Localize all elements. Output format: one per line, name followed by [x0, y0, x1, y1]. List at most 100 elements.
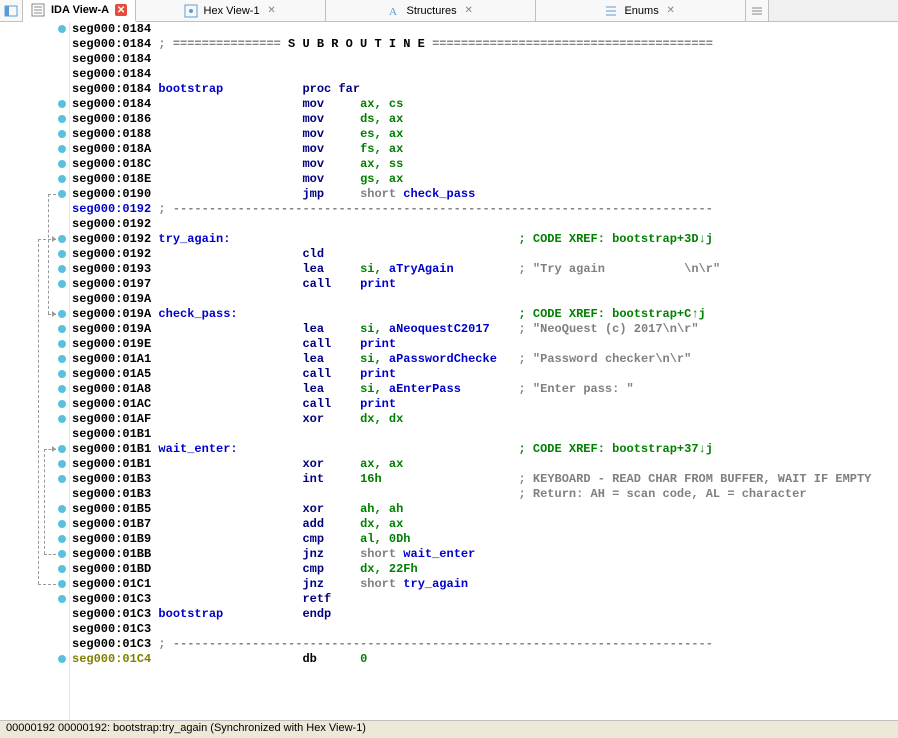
breakpoint-dot[interactable] [58, 415, 66, 423]
asm-line[interactable]: seg000:0190 jmp short check_pass [72, 187, 898, 202]
code-area[interactable]: seg000:0184seg000:0184 ; ===============… [70, 22, 898, 720]
asm-line[interactable]: seg000:0192 [72, 217, 898, 232]
breakpoint-dot[interactable] [58, 25, 66, 33]
breakpoint-dot[interactable] [58, 265, 66, 273]
close-icon[interactable]: ✕ [115, 4, 127, 16]
breakpoint-dot[interactable] [58, 505, 66, 513]
tab-bar: IDA View-A ✕ Hex View-1 ✕ A Structures ✕… [0, 0, 898, 22]
breakpoint-dot[interactable] [58, 100, 66, 108]
xref-arrow [38, 239, 39, 584]
asm-line[interactable]: seg000:0192 try_again: ; CODE XREF: boot… [72, 232, 898, 247]
asm-line[interactable]: seg000:018E mov gs, ax [72, 172, 898, 187]
status-bar: 00000192 00000192: bootstrap:try_again (… [0, 720, 898, 738]
asm-line[interactable]: seg000:01A8 lea si, aEnterPass ; "Enter … [72, 382, 898, 397]
asm-line[interactable]: seg000:0184 [72, 52, 898, 67]
breakpoint-dot[interactable] [58, 520, 66, 528]
asm-line[interactable]: seg000:01BB jnz short wait_enter [72, 547, 898, 562]
asm-line[interactable]: seg000:01AC call print [72, 397, 898, 412]
asm-line[interactable]: seg000:0184 bootstrap proc far [72, 82, 898, 97]
tab-handle-left[interactable] [0, 0, 23, 21]
tab-overflow[interactable] [746, 0, 769, 21]
breakpoint-dot[interactable] [58, 475, 66, 483]
asm-line[interactable]: seg000:01B1 [72, 427, 898, 442]
breakpoint-dot[interactable] [58, 115, 66, 123]
asm-line[interactable]: seg000:0184 [72, 22, 898, 37]
breakpoint-dot[interactable] [58, 580, 66, 588]
asm-line[interactable]: seg000:01C3 ; --------------------------… [72, 637, 898, 652]
breakpoint-dot[interactable] [58, 370, 66, 378]
asm-line[interactable]: seg000:01AF xor dx, dx [72, 412, 898, 427]
tab-hex-view[interactable]: Hex View-1 ✕ [136, 0, 326, 21]
asm-line[interactable]: seg000:0184 [72, 67, 898, 82]
asm-line[interactable]: seg000:01B9 cmp al, 0Dh [72, 532, 898, 547]
breakpoint-dot[interactable] [58, 250, 66, 258]
breakpoint-dot[interactable] [58, 400, 66, 408]
tab-ida-view[interactable]: IDA View-A ✕ [23, 0, 136, 22]
breakpoint-dot[interactable] [58, 550, 66, 558]
tab-enums[interactable]: Enums ✕ [536, 0, 746, 21]
breakpoint-dot[interactable] [58, 160, 66, 168]
asm-line[interactable]: seg000:0193 lea si, aTryAgain ; "Try aga… [72, 262, 898, 277]
status-text: 00000192 00000192: bootstrap:try_again (… [6, 722, 366, 734]
tab-label: Enums [624, 5, 658, 17]
asm-line[interactable]: seg000:019A check_pass: ; CODE XREF: boo… [72, 307, 898, 322]
asm-line[interactable]: seg000:01C1 jnz short try_again [72, 577, 898, 592]
breakpoint-dot[interactable] [58, 385, 66, 393]
breakpoint-dot[interactable] [58, 175, 66, 183]
asm-line[interactable]: seg000:0188 mov es, ax [72, 127, 898, 142]
breakpoint-dot[interactable] [58, 460, 66, 468]
breakpoint-dot[interactable] [58, 280, 66, 288]
breakpoint-dot[interactable] [58, 445, 66, 453]
asm-line[interactable]: seg000:01A1 lea si, aPasswordChecke ; "P… [72, 352, 898, 367]
asm-line[interactable]: seg000:01B1 xor ax, ax [72, 457, 898, 472]
asm-line[interactable]: seg000:01B7 add dx, ax [72, 517, 898, 532]
asm-line[interactable]: seg000:019E call print [72, 337, 898, 352]
breakpoint-dot[interactable] [58, 190, 66, 198]
asm-line[interactable]: seg000:0186 mov ds, ax [72, 112, 898, 127]
breakpoint-dot[interactable] [58, 595, 66, 603]
close-icon[interactable]: ✕ [665, 5, 677, 17]
asm-line[interactable]: seg000:01B1 wait_enter: ; CODE XREF: boo… [72, 442, 898, 457]
disassembly-editor[interactable]: seg000:0184seg000:0184 ; ===============… [0, 22, 898, 720]
breakpoint-dot[interactable] [58, 355, 66, 363]
breakpoint-dot[interactable] [58, 340, 66, 348]
close-icon[interactable]: ✕ [266, 5, 278, 17]
asm-line[interactable]: seg000:018C mov ax, ss [72, 157, 898, 172]
breakpoint-dot[interactable] [58, 655, 66, 663]
asm-line[interactable]: seg000:01B3 ; Return: AH = scan code, AL… [72, 487, 898, 502]
asm-line[interactable]: seg000:01C3 retf [72, 592, 898, 607]
asm-line[interactable]: seg000:0184 mov ax, cs [72, 97, 898, 112]
breakpoint-dot[interactable] [58, 130, 66, 138]
xref-arrow [44, 449, 45, 554]
breakpoint-dot[interactable] [58, 235, 66, 243]
tab-label: Structures [407, 5, 457, 17]
asm-line[interactable]: seg000:019A lea si, aNeoquestC2017 ; "Ne… [72, 322, 898, 337]
breakpoint-dot[interactable] [58, 535, 66, 543]
arrowhead-icon [52, 446, 56, 452]
breakpoint-dot[interactable] [58, 565, 66, 573]
xref-arrow [44, 554, 56, 555]
close-icon[interactable]: ✕ [463, 5, 475, 17]
tab-label: IDA View-A [51, 4, 109, 16]
asm-line[interactable]: seg000:01C4 db 0 [72, 652, 898, 667]
asm-line[interactable]: seg000:0197 call print [72, 277, 898, 292]
asm-line[interactable]: seg000:01BD cmp dx, 22Fh [72, 562, 898, 577]
asm-line[interactable]: seg000:01C3 [72, 622, 898, 637]
asm-line[interactable]: seg000:019A [72, 292, 898, 307]
asm-line[interactable]: seg000:01B3 int 16h ; KEYBOARD - READ CH… [72, 472, 898, 487]
asm-line[interactable]: seg000:01B5 xor ah, ah [72, 502, 898, 517]
breakpoint-dot[interactable] [58, 145, 66, 153]
asm-line[interactable]: seg000:018A mov fs, ax [72, 142, 898, 157]
asm-line[interactable]: seg000:0184 ; =============== S U B R O … [72, 37, 898, 52]
tab-label: Hex View-1 [204, 5, 260, 17]
asm-line[interactable]: seg000:0192 cld [72, 247, 898, 262]
gutter[interactable] [0, 22, 70, 720]
asm-line[interactable]: seg000:01A5 call print [72, 367, 898, 382]
asm-line[interactable]: seg000:0192 ; --------------------------… [72, 202, 898, 217]
breakpoint-dot[interactable] [58, 325, 66, 333]
xref-arrow [48, 194, 56, 195]
tab-structures[interactable]: A Structures ✕ [326, 0, 536, 21]
asm-line[interactable]: seg000:01C3 bootstrap endp [72, 607, 898, 622]
breakpoint-dot[interactable] [58, 310, 66, 318]
arrowhead-icon [52, 236, 56, 242]
